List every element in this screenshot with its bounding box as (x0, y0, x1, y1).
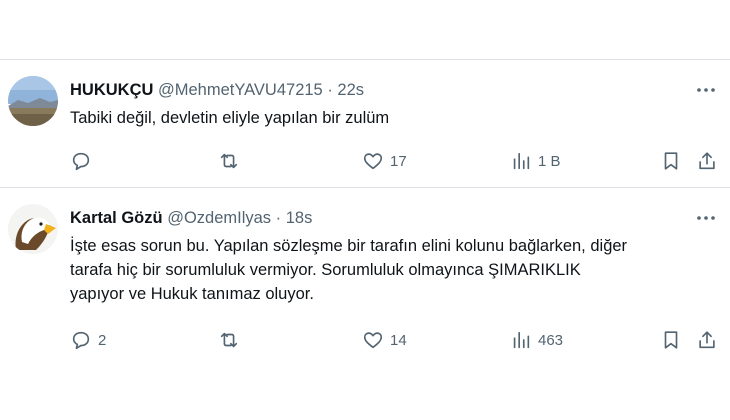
tweet-actions: 17 1 B (70, 148, 720, 174)
share-button[interactable] (696, 327, 718, 353)
like-count: 14 (390, 331, 407, 349)
repost-icon (220, 332, 238, 348)
separator-dot: · (275, 209, 282, 227)
like-button[interactable]: 14 (362, 327, 407, 353)
repost-button[interactable] (218, 327, 240, 353)
share-button[interactable] (696, 148, 718, 174)
more-options-icon[interactable] (696, 80, 716, 100)
tweet-1[interactable]: HUKUKÇU @MehmetYAVU47215 · 22s Tabiki de… (0, 60, 730, 186)
like-button[interactable]: 17 (362, 148, 407, 174)
separator-dot: · (327, 81, 333, 99)
share-icon (699, 152, 715, 170)
user-handle[interactable]: @OzdemIlyas (167, 209, 271, 227)
view-count: 1 B (538, 152, 561, 170)
like-count: 17 (390, 152, 407, 170)
tweet-text-line: İşte esas sorun bu. Yapılan sözleşme bir… (70, 237, 628, 255)
tweet-text: İşte esas sorun bu. Yapılan sözleşme bir… (70, 234, 720, 306)
timestamp[interactable]: 22s (337, 81, 364, 99)
tweet-header: Kartal Gözü @OzdemIlyas · 18s (70, 208, 312, 228)
tweet-2[interactable]: Kartal Gözü @OzdemIlyas · 18s İşte esas … (0, 188, 730, 358)
views-button[interactable]: 463 (510, 327, 563, 353)
reply-button[interactable] (70, 148, 92, 174)
timestamp[interactable]: 18s (286, 209, 313, 227)
bookmark-button[interactable] (660, 148, 682, 174)
user-handle[interactable]: @MehmetYAVU47215 (158, 81, 323, 99)
views-chart-icon (513, 331, 530, 349)
heart-icon (363, 153, 383, 170)
tweet-text: Tabiki değil, devletin eliyle yapılan bi… (70, 109, 390, 127)
reply-button[interactable]: 2 (70, 327, 106, 353)
reply-icon (72, 331, 90, 350)
landscape-avatar-icon[interactable] (8, 76, 58, 126)
heart-icon (363, 332, 383, 349)
tweet-header: HUKUKÇU @MehmetYAVU47215 · 22s (70, 80, 364, 100)
reply-icon (72, 152, 90, 171)
bookmark-icon (664, 152, 678, 170)
eagle-avatar-icon[interactable] (8, 204, 58, 254)
tweet-text-line: tarafa hiç bir sorumluluk vermiyor. Soru… (70, 261, 581, 279)
display-name[interactable]: Kartal Gözü (70, 209, 163, 227)
views-chart-icon (513, 152, 530, 170)
display-name[interactable]: HUKUKÇU (70, 81, 153, 99)
bookmark-button[interactable] (660, 327, 682, 353)
more-options-icon[interactable] (696, 208, 716, 228)
tweet-text-line: yapıyor ve Hukuk tanımaz oluyor. (70, 285, 314, 303)
views-button[interactable]: 1 B (510, 148, 561, 174)
share-icon (699, 331, 715, 349)
repost-button[interactable] (218, 148, 240, 174)
reply-count: 2 (98, 331, 107, 349)
repost-icon (220, 153, 238, 169)
view-count: 463 (538, 331, 564, 349)
bookmark-icon (664, 331, 678, 349)
tweet-actions: 2 14 463 (70, 327, 720, 353)
